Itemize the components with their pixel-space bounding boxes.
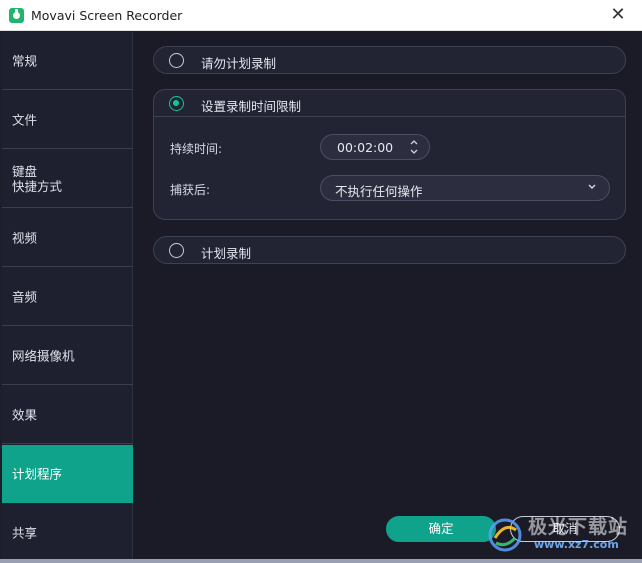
sidebar-item-audio[interactable]: 音频 bbox=[2, 268, 133, 326]
sidebar-item-label: 文件 bbox=[12, 112, 38, 127]
cancel-button[interactable]: 取消 bbox=[510, 516, 620, 542]
option-schedule[interactable]: 计划录制 bbox=[153, 236, 626, 264]
ok-button[interactable]: 确定 bbox=[386, 516, 496, 542]
after-capture-label: 捕获后: bbox=[170, 183, 211, 197]
settings-sidebar: 常规 文件 键盘 快捷方式 视频 音频 网络摄像机 效果 计划程序 共享 bbox=[2, 32, 133, 562]
option-time-limit: 设置录制时间限制 持续时间: 00:02:00 捕获后: 不执行任何操作 bbox=[153, 89, 626, 220]
sidebar-item-label: 共享 bbox=[12, 525, 38, 540]
schedule-radio[interactable] bbox=[169, 243, 184, 258]
bottom-edge bbox=[0, 559, 642, 563]
sidebar-item-webcam[interactable]: 网络摄像机 bbox=[2, 327, 133, 385]
sidebar-item-scheduler[interactable]: 计划程序 bbox=[2, 445, 133, 503]
stepper-arrows-icon[interactable] bbox=[409, 137, 419, 157]
duration-label: 持续时间: bbox=[170, 142, 223, 156]
window-title: Movavi Screen Recorder bbox=[31, 8, 183, 23]
sidebar-item-files[interactable]: 文件 bbox=[2, 91, 133, 149]
sidebar-item-effects[interactable]: 效果 bbox=[2, 386, 133, 444]
sidebar-item-label: 网络摄像机 bbox=[12, 348, 75, 363]
sidebar-item-label: 计划程序 bbox=[12, 466, 63, 481]
sidebar-item-general[interactable]: 常规 bbox=[2, 32, 133, 90]
after-capture-value: 不执行任何操作 bbox=[335, 184, 423, 199]
no-schedule-radio[interactable] bbox=[169, 53, 184, 68]
option-no-schedule[interactable]: 请勿计划录制 bbox=[153, 46, 626, 74]
title-bar: Movavi Screen Recorder ✕ bbox=[0, 0, 642, 31]
no-schedule-label: 请勿计划录制 bbox=[201, 56, 277, 71]
sidebar-item-video[interactable]: 视频 bbox=[2, 209, 133, 267]
schedule-label: 计划录制 bbox=[201, 246, 252, 261]
time-limit-radio[interactable] bbox=[169, 96, 184, 111]
duration-stepper[interactable]: 00:02:00 bbox=[320, 134, 430, 160]
sidebar-item-label: 常规 bbox=[12, 53, 38, 68]
sidebar-item-label: 视频 bbox=[12, 230, 38, 245]
movavi-app-icon bbox=[9, 8, 24, 23]
after-capture-select[interactable]: 不执行任何操作 bbox=[320, 175, 610, 201]
chevron-down-icon bbox=[587, 180, 597, 194]
duration-value[interactable]: 00:02:00 bbox=[337, 140, 393, 155]
sidebar-item-label: 效果 bbox=[12, 407, 38, 422]
scheduler-panel: 请勿计划录制 设置录制时间限制 持续时间: 00:02:00 捕获后: 不执行任… bbox=[133, 32, 640, 561]
sidebar-item-sharing[interactable]: 共享 bbox=[2, 504, 133, 562]
sidebar-item-label: 键盘 快捷方式 bbox=[12, 163, 63, 194]
close-icon[interactable]: ✕ bbox=[603, 3, 633, 27]
sidebar-item-keyboard-shortcuts[interactable]: 键盘 快捷方式 bbox=[2, 150, 133, 208]
sidebar-item-label: 音频 bbox=[12, 289, 38, 304]
time-limit-header[interactable]: 设置录制时间限制 bbox=[154, 90, 625, 117]
time-limit-label: 设置录制时间限制 bbox=[201, 99, 302, 114]
